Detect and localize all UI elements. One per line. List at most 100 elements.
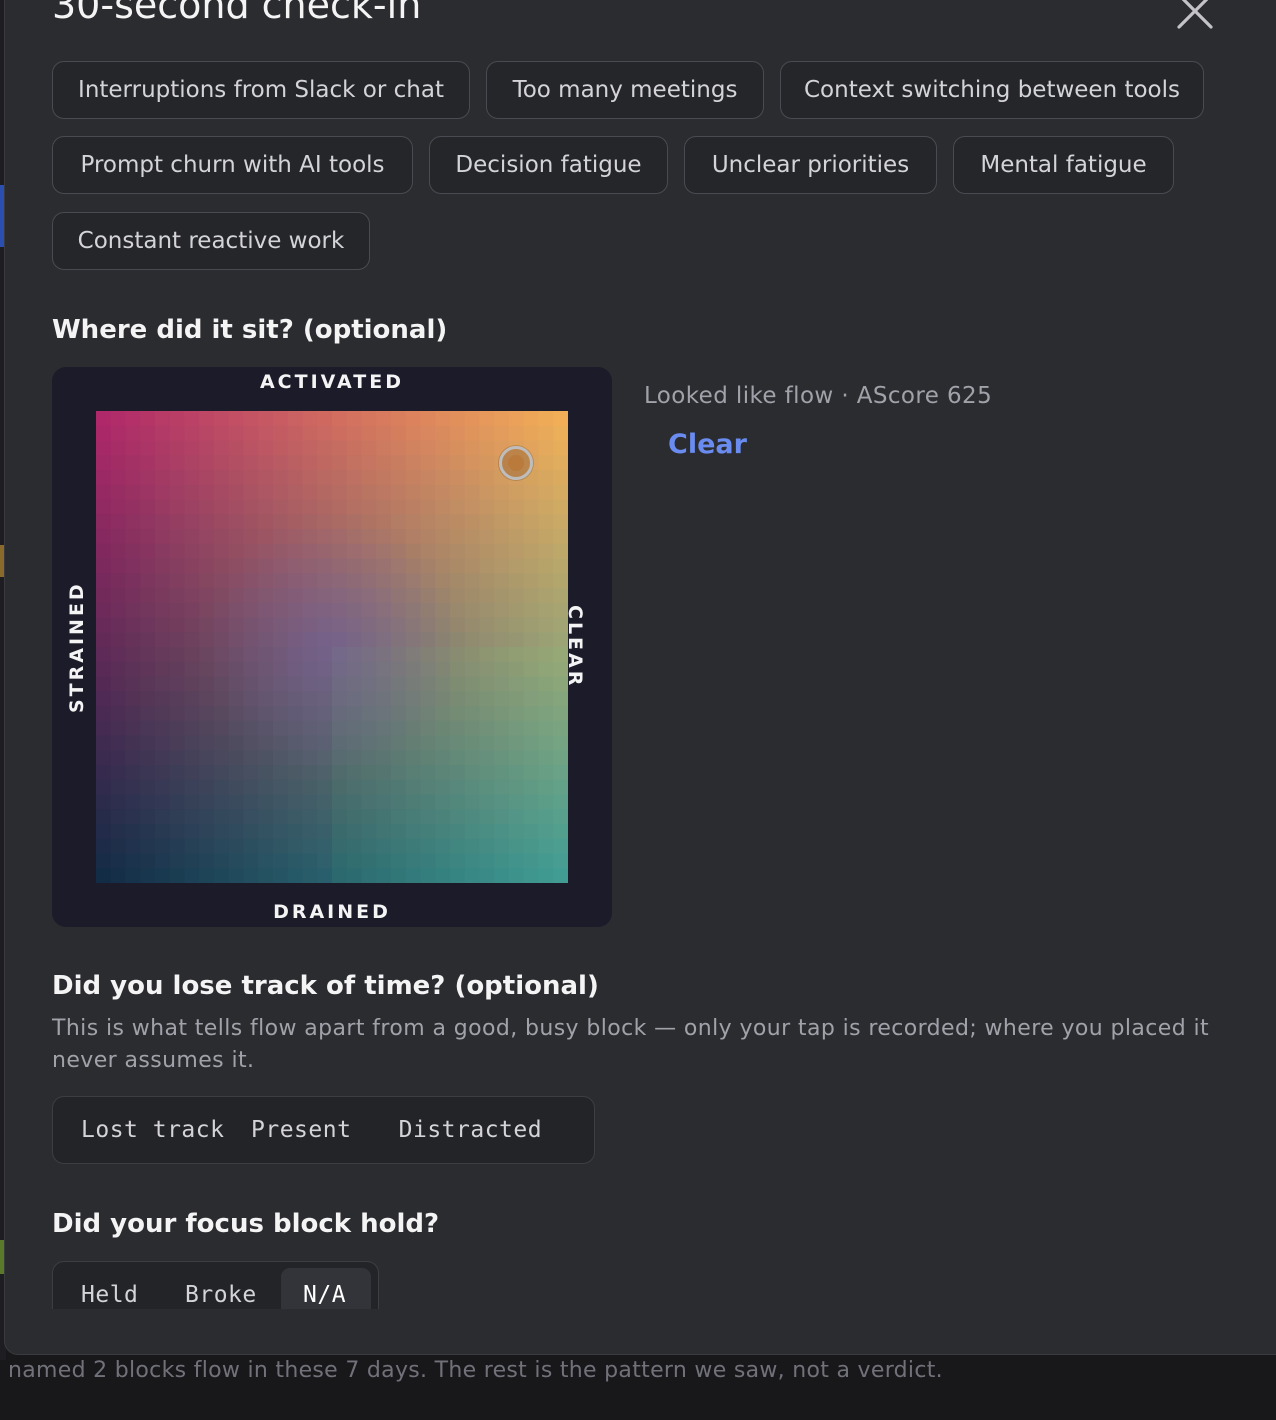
grid-cell [494, 838, 510, 855]
grid-cell [125, 676, 141, 692]
grid-cell [391, 602, 407, 619]
grid-cell [228, 765, 245, 781]
chip-interruptions[interactable]: Interruptions from Slack or chat [52, 61, 470, 119]
grid-cell [376, 706, 392, 722]
grid-cell [405, 499, 422, 515]
grid-cell [96, 514, 112, 530]
grid-cell [317, 529, 333, 545]
mood-grid-canvas[interactable] [96, 411, 568, 883]
option-distracted[interactable]: Distracted [377, 1103, 588, 1157]
grid-cell [361, 470, 377, 486]
chip-constant-reactive-work[interactable]: Constant reactive work [52, 212, 370, 270]
grid-cell [494, 484, 510, 501]
grid-cell [199, 440, 215, 456]
chip-prompt-churn[interactable]: Prompt churn with AI tools [52, 136, 413, 194]
grid-cell [155, 529, 171, 545]
grid-cell [435, 484, 451, 501]
grid-cell [332, 455, 348, 471]
grid-cell [450, 750, 466, 766]
grid-cell [96, 484, 112, 501]
grid-cell [346, 529, 363, 545]
option-held[interactable]: Held [59, 1268, 163, 1309]
grid-cell [523, 661, 540, 678]
chip-unclear-priorities[interactable]: Unclear priorities [684, 136, 937, 194]
grid-marker[interactable] [499, 445, 534, 480]
grid-cell [110, 455, 127, 471]
grid-cell [346, 750, 363, 766]
chip-context-switching[interactable]: Context switching between tools [780, 61, 1204, 119]
grid-cell [169, 499, 186, 515]
grid-cell [332, 853, 348, 869]
grid-cell [479, 720, 495, 737]
axis-label-strained: STRAINED [66, 581, 88, 713]
option-lost-track[interactable]: Lost track [59, 1103, 229, 1157]
grid-cell [302, 735, 318, 751]
grid-cell [553, 588, 568, 604]
grid-cell [110, 868, 127, 883]
grid-cell [302, 425, 318, 442]
grid-cell [332, 676, 348, 692]
grid-cell [258, 838, 274, 855]
grid-cell [317, 411, 333, 427]
grid-cell [243, 720, 259, 737]
grid-cell [273, 853, 289, 869]
grid-cell [155, 676, 171, 692]
grid-cell [509, 529, 525, 545]
grid-cell [361, 411, 377, 427]
grid-cell [125, 602, 141, 619]
chip-mental-fatigue[interactable]: Mental fatigue [953, 136, 1174, 194]
grid-cell [273, 440, 289, 456]
grid-cell [420, 735, 436, 751]
grid-cell [405, 411, 422, 427]
grid-cell [346, 720, 363, 737]
grid-cell [184, 676, 200, 692]
grid-cell [287, 838, 304, 855]
grid-cell [258, 470, 274, 486]
option-na[interactable]: N/A [281, 1268, 371, 1309]
grid-cell [140, 824, 156, 840]
grid-cell [184, 661, 200, 678]
grid-cell [140, 588, 156, 604]
grid-cell [376, 514, 392, 530]
grid-cell [435, 617, 451, 633]
grid-cell [258, 691, 274, 707]
grid-cell [391, 779, 407, 796]
grid-cell [346, 455, 363, 471]
chip-too-many-meetings[interactable]: Too many meetings [486, 61, 764, 119]
grid-cell [184, 735, 200, 751]
grid-cell [376, 720, 392, 737]
grid-cell [523, 602, 540, 619]
close-icon[interactable] [1175, 0, 1215, 31]
grid-cell [509, 720, 525, 737]
grid-cell [140, 558, 156, 574]
option-present[interactable]: Present [229, 1103, 377, 1157]
grid-cell [199, 514, 215, 530]
grid-cell [96, 794, 112, 810]
grid-cell [376, 440, 392, 456]
grid-cell [125, 470, 141, 486]
grid-cell [420, 661, 436, 678]
grid-cell [184, 484, 200, 501]
grid-cell [346, 735, 363, 751]
grid-cell [361, 779, 377, 796]
grid-cell [420, 617, 436, 633]
clear-button[interactable]: Clear [668, 429, 747, 460]
grid-cell [243, 691, 259, 707]
grid-cell [96, 706, 112, 722]
grid-cell [450, 779, 466, 796]
grid-cell [184, 470, 200, 486]
grid-cell [243, 425, 259, 442]
grid-cell [273, 765, 289, 781]
grid-cell [332, 484, 348, 501]
chip-decision-fatigue[interactable]: Decision fatigue [429, 136, 668, 194]
grid-cell [464, 779, 481, 796]
grid-cell [125, 647, 141, 663]
grid-cell [169, 632, 186, 648]
grid-cell [258, 750, 274, 766]
grid-cell [479, 529, 495, 545]
grid-cell [435, 765, 451, 781]
time-segmented-control: Lost track Present Distracted [52, 1096, 595, 1164]
grid-cell [302, 765, 318, 781]
grid-cell [287, 676, 304, 692]
option-broke[interactable]: Broke [163, 1268, 281, 1309]
